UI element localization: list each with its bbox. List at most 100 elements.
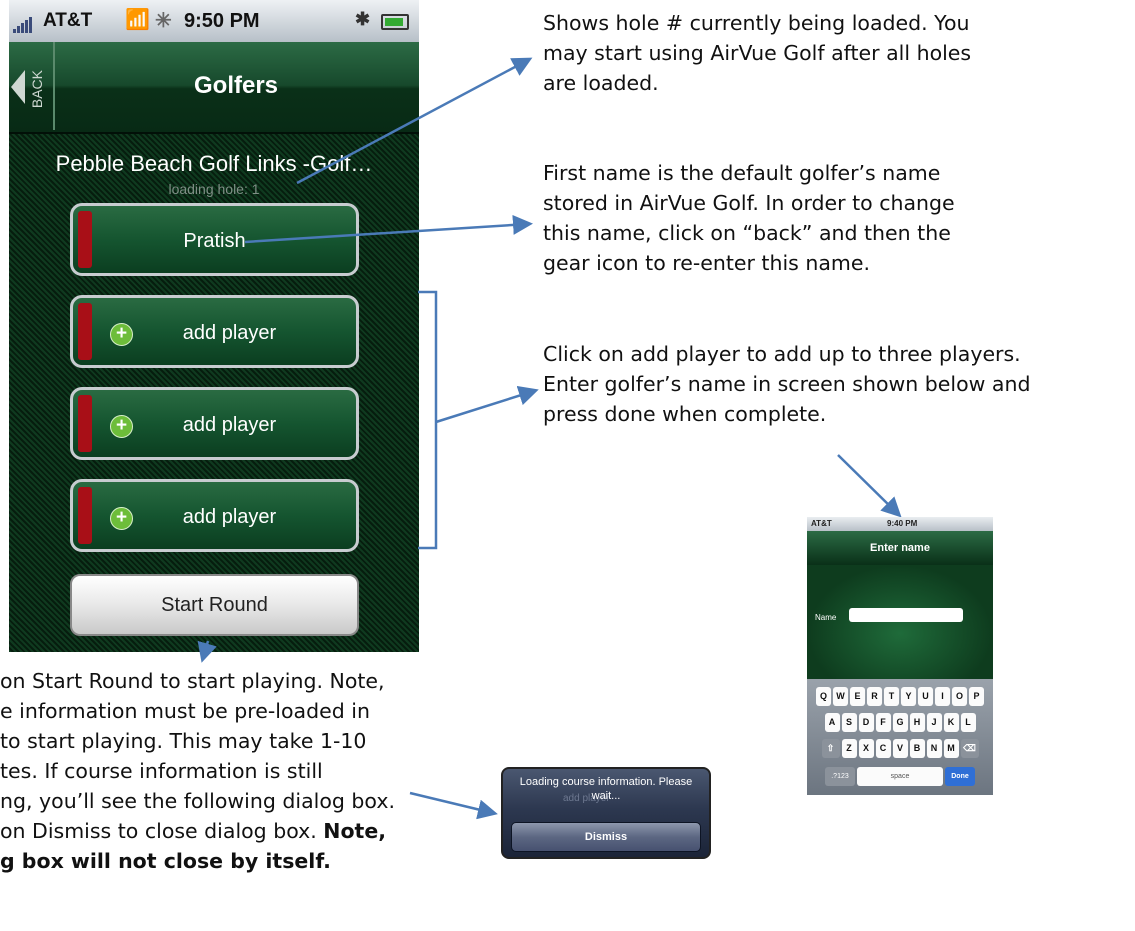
key-c[interactable]: C <box>875 739 891 758</box>
add-player-button[interactable]: + add player <box>70 479 359 552</box>
player-label: add player <box>182 322 277 344</box>
note-line: e information must be pre-loaded in <box>0 699 370 723</box>
note-line: ng, you’ll see the following dialog box. <box>0 789 395 813</box>
keyboard-row-1: QWERTYUIOP <box>807 687 993 706</box>
note-line: First name is the default golfer’s name <box>543 161 941 185</box>
key-d[interactable]: D <box>858 713 874 732</box>
status-time: 9:40 PM <box>887 519 918 528</box>
note-line: on Start Round to start playing. Note, <box>0 669 385 693</box>
signal-icon <box>13 11 33 33</box>
dismiss-button[interactable]: Dismiss <box>511 822 701 852</box>
done-key[interactable]: Done <box>945 767 975 786</box>
key-p[interactable]: P <box>969 687 984 706</box>
key-w[interactable]: W <box>833 687 848 706</box>
space-key[interactable]: space <box>857 767 943 786</box>
key-i[interactable]: I <box>935 687 950 706</box>
status-bar: AT&T 📶 ✳ 9:50 PM ✱ <box>9 0 419 42</box>
note-line: tes. If course information is still <box>0 759 323 783</box>
key-b[interactable]: B <box>909 739 925 758</box>
key-t[interactable]: T <box>884 687 899 706</box>
keyboard-row-4: .?123 space Done <box>807 767 993 786</box>
note-start-round: on Start Round to start playing. Note, e… <box>0 666 500 876</box>
bluetooth-icon: ✱ <box>355 9 371 29</box>
add-player-bracket <box>418 290 438 550</box>
activity-spinner-icon: ✳ <box>155 10 172 32</box>
key-u[interactable]: U <box>918 687 933 706</box>
start-round-button[interactable]: Start Round <box>70 574 359 636</box>
back-arrow-icon <box>11 70 25 104</box>
numbers-key[interactable]: .?123 <box>825 767 855 786</box>
arrow-to-small-phone <box>837 454 902 518</box>
note-line: Shows hole # currently being loaded. You <box>543 11 970 35</box>
note-line: stored in AirVue Golf. In order to chang… <box>543 191 955 215</box>
dialog-message: Loading course information. Please wait.… <box>519 776 693 802</box>
note-line: this name, click on “back” and then the <box>543 221 951 245</box>
player-color-bar <box>78 395 92 452</box>
carrier-label: AT&T <box>811 519 832 528</box>
player-button-default[interactable]: Pratish <box>70 203 359 276</box>
note-line: to start playing. This may take 1-10 <box>0 729 367 753</box>
nav-bar: BACK Golfers <box>9 42 419 134</box>
arrow-to-add-note <box>435 385 539 424</box>
keyboard-row-2: ASDFGHJKL <box>807 713 993 732</box>
key-s[interactable]: S <box>841 713 857 732</box>
note-line: Click on add player to add up to three p… <box>543 342 1021 366</box>
key-g[interactable]: G <box>892 713 908 732</box>
key-e[interactable]: E <box>850 687 865 706</box>
player-color-bar <box>78 487 92 544</box>
note-add-player: Click on add player to add up to three p… <box>543 339 1133 429</box>
page-title: Golfers <box>193 72 279 99</box>
keyboard: QWERTYUIOP ASDFGHJKL ⇧ Z X C V B N M ⌫ .?123 spac… <box>807 679 993 795</box>
name-label: Name <box>815 613 837 622</box>
note-loading-hole: Shows hole # currently being loaded. You… <box>543 8 1103 98</box>
course-name: Pebble Beach Golf Links -Golf… <box>55 151 373 176</box>
player-label: add player <box>182 414 277 436</box>
key-y[interactable]: Y <box>901 687 916 706</box>
key-j[interactable]: J <box>926 713 942 732</box>
key-q[interactable]: Q <box>816 687 831 706</box>
player-label: Pratish <box>183 230 246 252</box>
key-n[interactable]: N <box>926 739 942 758</box>
status-bar: AT&T 9:40 PM <box>807 517 993 531</box>
key-l[interactable]: L <box>960 713 976 732</box>
shift-key-icon[interactable]: ⇧ <box>821 739 840 758</box>
note-line: on Dismiss to close dialog box. Note, <box>0 816 500 846</box>
note-line: press done when complete. <box>543 402 827 426</box>
enter-name-screen: AT&T 9:40 PM Enter name Name QWERTYUIOP … <box>807 517 993 795</box>
key-m[interactable]: M <box>943 739 959 758</box>
key-r[interactable]: R <box>867 687 882 706</box>
note-bold-line: g box will not close by itself. <box>0 849 331 873</box>
loading-hole-status: loading hole: 1 <box>168 181 260 197</box>
player-color-bar <box>78 303 92 360</box>
note-text: on Dismiss to close dialog box. <box>0 819 324 843</box>
add-player-button[interactable]: + add player <box>70 387 359 460</box>
battery-icon <box>381 14 409 30</box>
back-label: BACK <box>29 70 45 109</box>
note-first-name: First name is the default golfer’s name … <box>543 158 1083 278</box>
key-f[interactable]: F <box>875 713 891 732</box>
backspace-key-icon[interactable]: ⌫ <box>960 739 979 758</box>
nav-title: Enter name <box>807 531 993 565</box>
key-x[interactable]: X <box>858 739 874 758</box>
player-label: add player <box>182 506 277 528</box>
name-entry-body: Name <box>807 565 993 679</box>
name-input[interactable] <box>849 608 963 622</box>
note-line: may start using AirVue Golf after all ho… <box>543 41 972 65</box>
keyboard-row-3: ⇧ Z X C V B N M ⌫ <box>807 739 993 758</box>
key-o[interactable]: O <box>952 687 967 706</box>
key-a[interactable]: A <box>824 713 840 732</box>
note-bold-text: Note, <box>323 819 387 843</box>
back-button[interactable]: BACK <box>9 42 55 130</box>
golfers-screen: AT&T 📶 ✳ 9:50 PM ✱ BACK Golfers Pebble B… <box>9 0 419 652</box>
note-line: gear icon to re-enter this name. <box>543 251 871 275</box>
note-line: are loaded. <box>543 71 659 95</box>
wifi-icon: 📶 <box>125 9 150 31</box>
add-player-button[interactable]: + add player <box>70 295 359 368</box>
note-line: Enter golfer’s name in screen shown belo… <box>543 372 1031 396</box>
key-k[interactable]: K <box>943 713 959 732</box>
key-v[interactable]: V <box>892 739 908 758</box>
key-z[interactable]: Z <box>841 739 857 758</box>
status-time: 9:50 PM <box>184 10 260 32</box>
key-h[interactable]: H <box>909 713 925 732</box>
loading-dialog: add player Loading course information. P… <box>501 767 711 859</box>
